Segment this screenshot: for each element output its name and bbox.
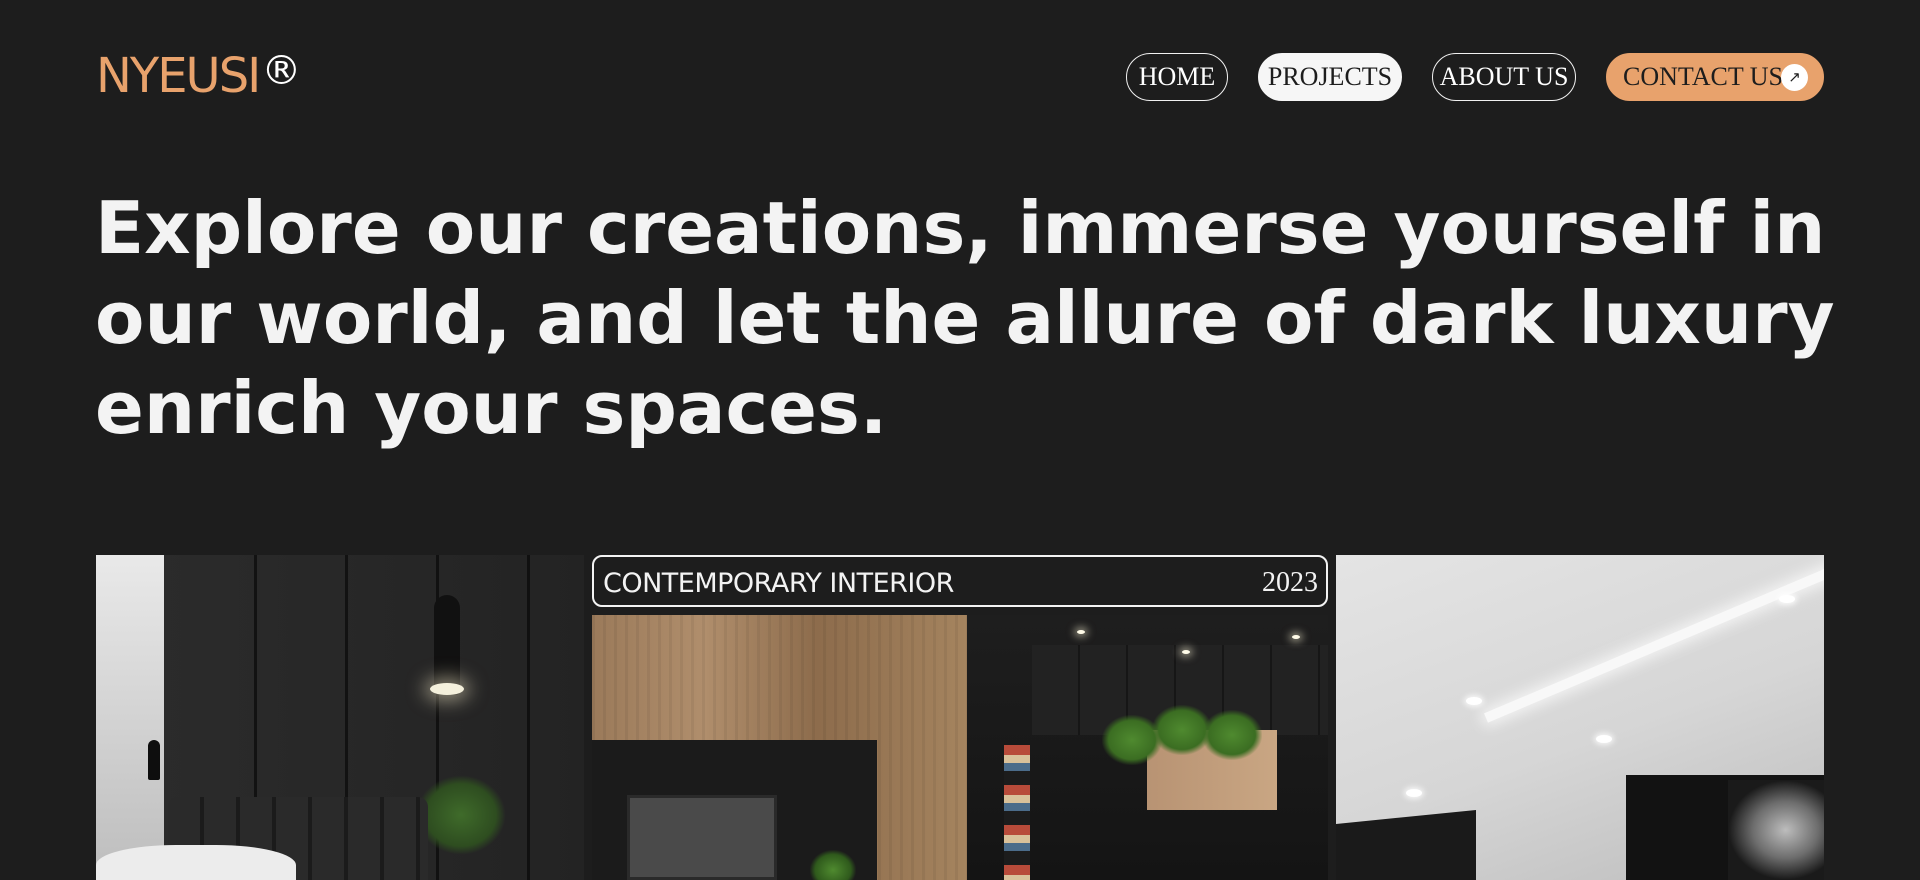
bookshelf [1004,745,1030,880]
project-gallery: CONTEMPORARY INTERIOR 2023 [0,555,1920,880]
television [627,795,777,880]
project-image-contemporary-interior[interactable] [592,615,1328,880]
featured-project-title: CONTEMPORARY INTERIOR [603,568,954,599]
brand-name: NYEUSI [96,48,261,104]
spot-light [1406,789,1422,797]
window-curtain [96,555,164,880]
registered-mark: ® [261,48,301,94]
featured-project-label[interactable]: CONTEMPORARY INTERIOR 2023 [592,555,1328,607]
nav-contact-button[interactable]: CONTACT US ↗ [1606,53,1824,101]
ceiling-light [1292,635,1300,639]
nav-about-button[interactable]: ABOUT US [1432,53,1576,101]
ceiling-light [1077,630,1085,634]
dark-wall [1336,810,1476,880]
bed-linen [96,845,296,880]
spot-light [1466,697,1482,705]
ceiling-light [1182,650,1190,654]
nav-projects-button[interactable]: PROJECTS [1258,53,1402,101]
contact-label: CONTACT US [1623,62,1783,91]
nav-home-button[interactable]: HOME [1126,53,1228,101]
hero-headline: Explore our creations, immerse yourself … [95,186,1835,450]
portrait-artwork [1728,780,1824,880]
plant [416,775,506,855]
small-plant [810,850,856,880]
arrow-up-right-icon: ↗ [1781,64,1808,91]
lamp-glow [430,683,464,695]
pendant-lamp-small [148,740,160,780]
site-header: NYEUSI® HOME PROJECTS ABOUT US CONTACT U… [0,0,1920,155]
spot-light [1596,735,1612,743]
featured-project-year: 2023 [1262,567,1318,598]
project-image-bedroom[interactable] [96,555,584,880]
pendant-lamp [434,595,460,695]
spot-light [1779,595,1795,603]
project-image-living-room[interactable] [1336,555,1824,880]
ceiling-light-strip [1484,555,1824,723]
hanging-plant [1202,710,1262,760]
brand-logo[interactable]: NYEUSI® [96,48,301,105]
